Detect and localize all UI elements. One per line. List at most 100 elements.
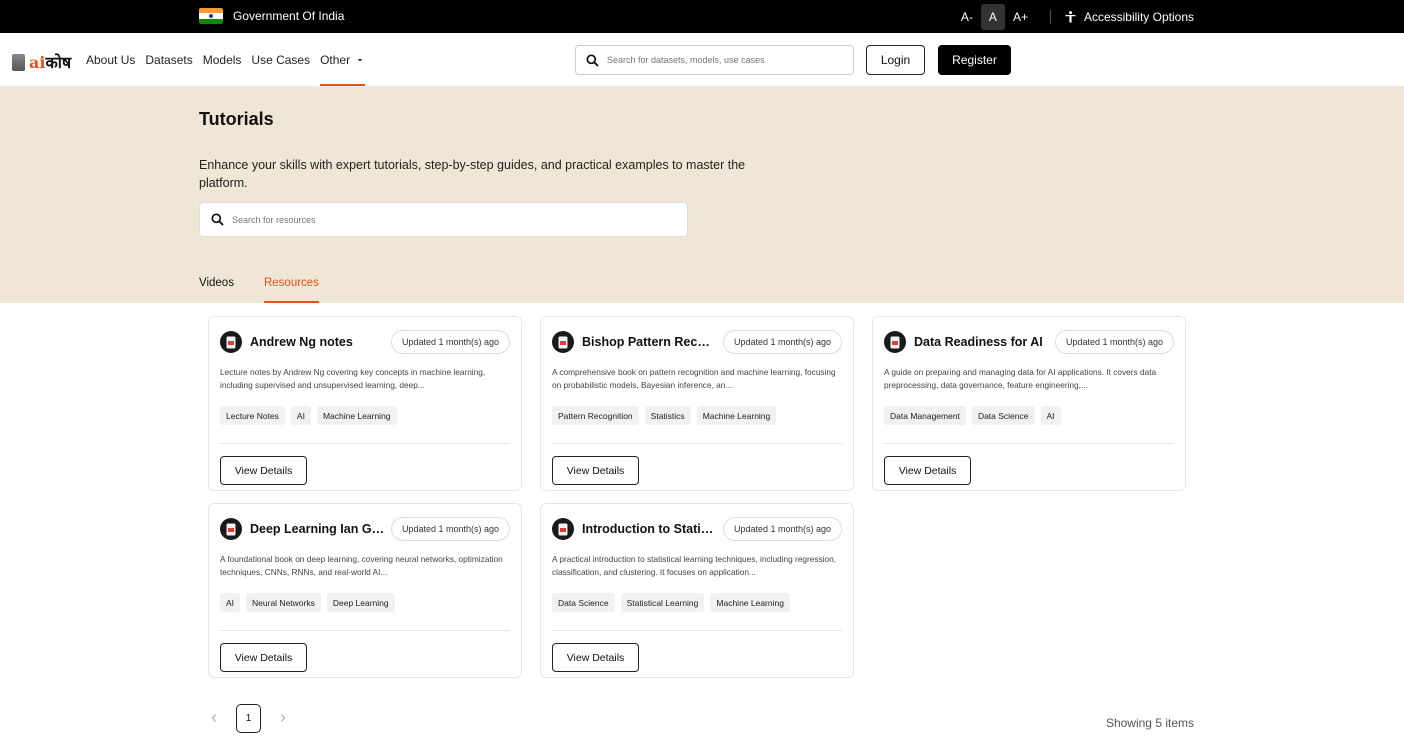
nav-datasets[interactable]: Datasets [145, 33, 192, 86]
card-description: A guide on preparing and managing data f… [884, 367, 1157, 390]
pdf-icon [220, 331, 242, 353]
government-label-group: Government Of India [199, 8, 344, 24]
tab-resources[interactable]: Resources [263, 270, 319, 303]
font-increase-button[interactable]: A+ [1005, 4, 1036, 30]
card-title[interactable]: Deep Learning Ian Go... [250, 522, 385, 536]
logo-text: aiकोष [29, 53, 72, 72]
resource-card: Bishop Pattern Recog... Updated 1 month(… [540, 316, 854, 491]
page-title: Tutorials [199, 109, 274, 129]
card-title[interactable]: Introduction to Statisti... [582, 522, 717, 536]
card-divider [884, 443, 1174, 444]
global-search-input[interactable] [607, 55, 827, 65]
card-description: Lecture notes by Andrew Ng covering key … [220, 367, 486, 390]
nav-links: About Us Datasets Models Use Cases Other [86, 33, 366, 86]
page-description: Enhance your skills with expert tutorial… [199, 158, 746, 190]
tag: Statistical Learning [620, 593, 705, 612]
aikosh-logo[interactable]: aiकोष [12, 51, 71, 73]
tag: AI [1040, 406, 1061, 425]
government-bar: Government Of India A- A A+ Accessibilit… [0, 0, 1404, 33]
tag: Statistics [644, 406, 691, 425]
chevron-left-icon [211, 714, 216, 722]
card-title[interactable]: Andrew Ng notes [250, 335, 385, 349]
national-emblem-icon [12, 53, 25, 71]
view-details-button[interactable]: View Details [884, 456, 971, 485]
view-details-button[interactable]: View Details [552, 456, 639, 485]
pdf-icon [220, 518, 242, 540]
india-flag-icon [199, 8, 223, 24]
updated-badge: Updated 1 month(s) ago [1054, 330, 1174, 354]
items-count: Showing 5 items [1105, 716, 1194, 730]
pdf-icon [552, 518, 574, 540]
updated-badge: Updated 1 month(s) ago [390, 517, 510, 541]
nav-models[interactable]: Models [203, 33, 242, 86]
card-tags: AI Neural Networks Deep Learning [220, 593, 395, 612]
resource-search-input[interactable] [232, 214, 632, 225]
nav-about-us[interactable]: About Us [86, 33, 135, 86]
register-button[interactable]: Register [938, 45, 1011, 75]
tag: AI [220, 593, 241, 612]
card-title[interactable]: Bishop Pattern Recog... [582, 335, 717, 349]
card-title[interactable]: Data Readiness for AI [914, 335, 1049, 349]
accessibility-options-button[interactable]: Accessibility Options [1065, 10, 1194, 24]
card-description: A foundational book on deep learning, co… [220, 554, 503, 577]
view-details-button[interactable]: View Details [220, 456, 307, 485]
tag: Neural Networks [246, 593, 321, 612]
tag: Data Management [884, 406, 966, 425]
global-search-box[interactable] [575, 45, 854, 75]
tag: Data Science [552, 593, 615, 612]
tag: Deep Learning [326, 593, 395, 612]
view-details-button[interactable]: View Details [220, 643, 307, 672]
search-icon [586, 53, 599, 67]
card-divider [220, 630, 510, 631]
main-navbar: aiकोष About Us Datasets Models Use Cases… [0, 33, 1404, 87]
tab-videos[interactable]: Videos [199, 270, 234, 303]
nav-other-dropdown[interactable]: Other [320, 33, 366, 86]
resource-card: Deep Learning Ian Go... Updated 1 month(… [208, 503, 522, 678]
card-tags: Data Management Data Science AI [884, 406, 1061, 425]
font-decrease-button[interactable]: A- [953, 4, 981, 30]
nav-use-cases[interactable]: Use Cases [251, 33, 310, 86]
view-details-button[interactable]: View Details [552, 643, 639, 672]
chevron-right-icon [281, 714, 286, 722]
card-divider [552, 443, 842, 444]
card-header: Introduction to Statisti... Updated 1 mo… [552, 516, 842, 542]
accessibility-icon [1065, 10, 1076, 22]
tag: AI [290, 406, 311, 425]
tutorial-tabs: Videos Resources [199, 270, 319, 303]
tag: Machine Learning [316, 406, 397, 425]
tag: Machine Learning [710, 593, 790, 612]
updated-badge: Updated 1 month(s) ago [722, 517, 842, 541]
pdf-icon [552, 331, 574, 353]
updated-badge: Updated 1 month(s) ago [390, 330, 510, 354]
card-tags: Data Science Statistical Learning Machin… [552, 593, 790, 612]
search-icon [211, 213, 224, 226]
card-header: Deep Learning Ian Go... Updated 1 month(… [220, 516, 510, 542]
login-button[interactable]: Login [866, 45, 925, 75]
card-divider [552, 630, 842, 631]
card-header: Bishop Pattern Recog... Updated 1 month(… [552, 329, 842, 355]
card-divider [220, 443, 510, 444]
nav-other-label: Other [320, 52, 351, 67]
updated-badge: Updated 1 month(s) ago [722, 330, 842, 354]
card-header: Data Readiness for AI Updated 1 month(s)… [884, 329, 1174, 355]
resource-card: Data Readiness for AI Updated 1 month(s)… [872, 316, 1186, 491]
government-label: Government Of India [233, 9, 345, 23]
previous-page-button[interactable] [206, 706, 222, 730]
tag: Lecture Notes [220, 406, 285, 425]
font-normal-button[interactable]: A [980, 3, 1005, 30]
caret-down-icon [357, 58, 363, 61]
resource-search-box[interactable] [199, 202, 688, 237]
font-size-controls: A- A A+ Accessibility Options [953, 0, 1194, 33]
pdf-icon [884, 331, 906, 353]
resource-card: Introduction to Statisti... Updated 1 mo… [540, 503, 854, 678]
accessibility-label: Accessibility Options [1083, 9, 1194, 24]
card-description: A comprehensive book on pattern recognit… [552, 367, 836, 390]
tag: Pattern Recognition [552, 406, 639, 425]
next-page-button[interactable] [275, 706, 291, 730]
pagination: 1 [206, 703, 291, 733]
tag: Data Science [971, 406, 1035, 425]
card-header: Andrew Ng notes Updated 1 month(s) ago [220, 329, 510, 355]
page-number-button[interactable]: 1 [236, 703, 261, 733]
card-tags: Pattern Recognition Statistics Machine L… [552, 406, 777, 425]
divider [1049, 9, 1051, 24]
